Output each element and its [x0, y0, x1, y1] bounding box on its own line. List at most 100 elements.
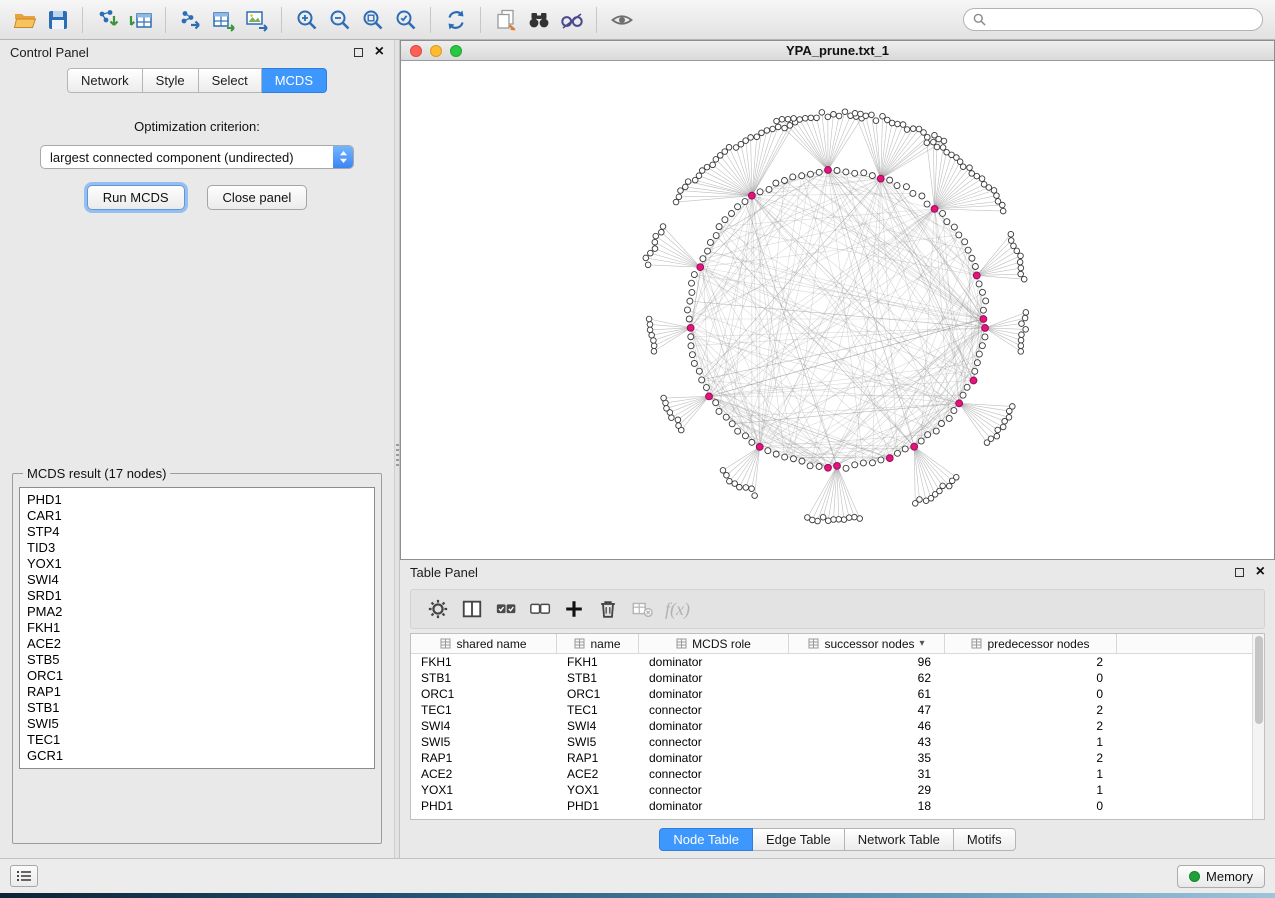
- mcds-result-item[interactable]: GCR1: [27, 748, 367, 764]
- network-node[interactable]: [964, 384, 970, 390]
- network-node[interactable]: [743, 138, 749, 144]
- network-node[interactable]: [825, 518, 831, 524]
- network-node[interactable]: [696, 368, 702, 374]
- unselect-all-columns-button[interactable]: [525, 595, 555, 623]
- network-node[interactable]: [816, 169, 822, 175]
- network-node[interactable]: [825, 114, 831, 120]
- table-row[interactable]: FKH1FKH1dominator962: [411, 654, 1264, 670]
- network-node[interactable]: [707, 239, 713, 245]
- network-node[interactable]: [960, 392, 966, 398]
- show-hide-panel-button[interactable]: [605, 5, 638, 35]
- network-node[interactable]: [924, 140, 930, 146]
- network-node[interactable]: [962, 239, 968, 245]
- mcds-dominator-node[interactable]: [697, 264, 704, 271]
- network-node[interactable]: [843, 169, 849, 175]
- mcds-result-item[interactable]: PMA2: [27, 604, 367, 620]
- network-node[interactable]: [979, 343, 985, 349]
- network-node[interactable]: [799, 173, 805, 179]
- network-node[interactable]: [754, 134, 760, 140]
- network-node[interactable]: [691, 272, 697, 278]
- network-node[interactable]: [689, 352, 695, 358]
- network-node[interactable]: [852, 462, 858, 468]
- network-node[interactable]: [979, 176, 985, 182]
- network-node[interactable]: [924, 134, 930, 140]
- network-node[interactable]: [967, 165, 973, 171]
- network-node[interactable]: [869, 112, 875, 118]
- column-header-shared-name[interactable]: shared name: [411, 634, 557, 653]
- mcds-result-item[interactable]: FKH1: [27, 620, 367, 636]
- network-node[interactable]: [986, 185, 992, 191]
- network-node[interactable]: [748, 135, 754, 141]
- column-header-name[interactable]: name: [557, 634, 639, 653]
- network-node[interactable]: [705, 248, 711, 254]
- select-all-columns-button[interactable]: [491, 595, 521, 623]
- tab-network-table[interactable]: Network Table: [845, 828, 954, 851]
- save-session-button[interactable]: [41, 5, 74, 35]
- network-node[interactable]: [1021, 276, 1027, 282]
- table-row[interactable]: ORC1ORC1dominator610: [411, 686, 1264, 702]
- network-node[interactable]: [716, 408, 722, 414]
- network-node[interactable]: [651, 338, 657, 344]
- network-node[interactable]: [735, 428, 741, 434]
- network-node[interactable]: [940, 483, 946, 489]
- network-node[interactable]: [873, 118, 879, 124]
- network-node[interactable]: [857, 516, 863, 522]
- network-node[interactable]: [688, 334, 694, 340]
- network-node[interactable]: [933, 428, 939, 434]
- network-node[interactable]: [938, 420, 944, 426]
- network-node[interactable]: [924, 201, 930, 207]
- network-node[interactable]: [894, 450, 900, 456]
- network-node[interactable]: [797, 117, 803, 123]
- network-node[interactable]: [1017, 259, 1023, 265]
- network-node[interactable]: [722, 149, 728, 155]
- network-node[interactable]: [742, 199, 748, 205]
- task-history-button[interactable]: [10, 865, 38, 887]
- network-node[interactable]: [836, 517, 842, 523]
- network-node[interactable]: [799, 458, 805, 464]
- network-node[interactable]: [723, 414, 729, 420]
- memory-button[interactable]: Memory: [1177, 865, 1265, 888]
- network-node[interactable]: [645, 262, 651, 268]
- network-node[interactable]: [720, 468, 726, 474]
- network-node[interactable]: [651, 348, 657, 354]
- network-node[interactable]: [1022, 315, 1028, 321]
- network-node[interactable]: [661, 395, 667, 401]
- network-node[interactable]: [994, 193, 1000, 199]
- network-node[interactable]: [944, 219, 950, 225]
- network-node[interactable]: [779, 116, 785, 122]
- network-node[interactable]: [919, 193, 925, 199]
- network-node[interactable]: [1002, 418, 1008, 424]
- zoom-in-button[interactable]: [290, 5, 323, 35]
- network-node[interactable]: [713, 233, 719, 239]
- table-scrollbar[interactable]: [1252, 634, 1264, 819]
- network-window-titlebar[interactable]: YPA_prune.txt_1: [401, 41, 1274, 61]
- network-node[interactable]: [649, 332, 655, 338]
- network-node[interactable]: [858, 111, 864, 117]
- network-node[interactable]: [1023, 327, 1029, 333]
- column-header-MCDS-role[interactable]: MCDS role: [639, 634, 789, 653]
- mcds-result-item[interactable]: SRD1: [27, 588, 367, 604]
- network-node[interactable]: [688, 343, 694, 349]
- network-node[interactable]: [790, 174, 796, 180]
- tab-mcds[interactable]: MCDS: [262, 68, 327, 93]
- network-node[interactable]: [880, 113, 886, 119]
- search-input[interactable]: [992, 13, 1253, 27]
- window-minimize-icon[interactable]: [430, 45, 442, 57]
- network-node[interactable]: [1018, 349, 1024, 355]
- network-node[interactable]: [949, 478, 955, 484]
- network-node[interactable]: [852, 514, 858, 520]
- copy-network-view-button[interactable]: [489, 5, 522, 35]
- network-node[interactable]: [689, 289, 695, 295]
- network-node[interactable]: [646, 316, 652, 322]
- network-node[interactable]: [860, 460, 866, 466]
- network-node[interactable]: [727, 478, 733, 484]
- network-node[interactable]: [742, 433, 748, 439]
- network-node[interactable]: [713, 400, 719, 406]
- network-node[interactable]: [749, 486, 755, 492]
- network-node[interactable]: [808, 115, 814, 121]
- table-settings-button[interactable]: [423, 595, 453, 623]
- network-node[interactable]: [1018, 337, 1024, 343]
- mcds-dominator-node[interactable]: [886, 455, 893, 462]
- network-node[interactable]: [994, 433, 1000, 439]
- network-node[interactable]: [900, 122, 906, 128]
